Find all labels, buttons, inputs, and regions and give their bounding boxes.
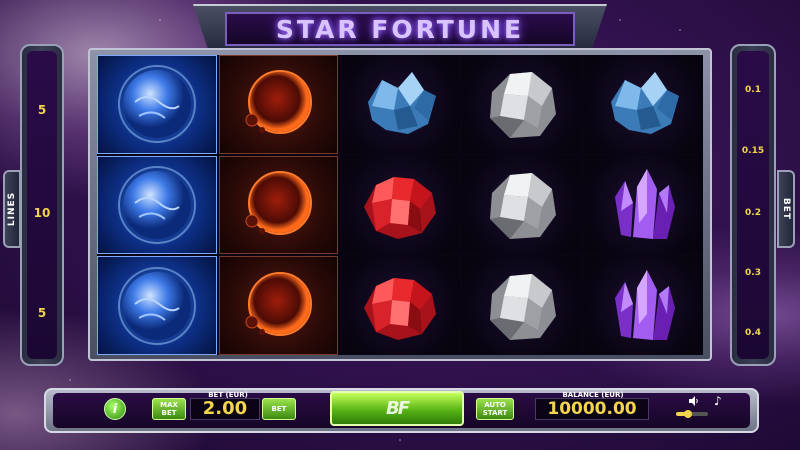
red-gem-icon: [363, 277, 436, 340]
title-banner: STAR FORTUNE: [225, 12, 575, 46]
speaker-icon[interactable]: [688, 395, 700, 407]
reel-cell: [97, 55, 217, 154]
reel-cell: [461, 256, 582, 355]
reel-cell: [218, 55, 339, 154]
silver-rock-icon: [489, 172, 556, 239]
purple-crystal-icon: [615, 168, 676, 239]
balance-value-display: 10000.00: [535, 398, 649, 420]
red-gem-icon: [363, 176, 436, 239]
line-indicator-top[interactable]: 5: [27, 103, 57, 117]
info-button[interactable]: i: [104, 398, 126, 420]
bet-panel-inner: 0.1 0.15 0.2 0.3 0.4: [737, 51, 769, 359]
blue-crystal-icon: [367, 72, 436, 135]
game-title: STAR FORTUNE: [275, 14, 525, 44]
brand-logo-icon: BF: [385, 398, 410, 419]
bet-tab: BET: [777, 170, 795, 248]
bet-option-4[interactable]: 0.3: [737, 268, 769, 278]
reel-cell: [97, 256, 217, 355]
volume-slider[interactable]: [676, 412, 708, 416]
blue-planet-icon: [117, 65, 196, 144]
reel-cell: [583, 155, 703, 255]
reel-cell: [340, 155, 460, 255]
red-planet-icon: [245, 271, 313, 336]
reel-cell: [97, 155, 217, 255]
line-indicator-middle[interactable]: 10: [27, 206, 57, 220]
spin-button[interactable]: BF: [330, 391, 464, 426]
bet-option-3[interactable]: 0.2: [737, 208, 769, 218]
bet-panel: 0.1 0.15 0.2 0.3 0.4: [730, 44, 776, 366]
bet-value-display: 2.00: [190, 398, 260, 420]
music-note-icon[interactable]: ♪: [714, 395, 722, 407]
bet-option-1[interactable]: 0.1: [737, 85, 769, 95]
reel-cell: [583, 256, 703, 355]
lines-panel-inner: 5 10 5: [27, 51, 57, 359]
reel-grid: [97, 55, 703, 355]
blue-planet-icon: [117, 266, 196, 345]
reel-cell: [218, 256, 339, 355]
red-planet-icon: [245, 170, 313, 235]
autostart-button[interactable]: AUTO START: [476, 398, 514, 420]
bet-option-5[interactable]: 0.4: [737, 328, 769, 338]
volume-slider-knob[interactable]: [684, 410, 692, 418]
purple-crystal-icon: [615, 269, 676, 340]
lines-tab: LINES: [3, 170, 21, 248]
bet-option-2[interactable]: 0.15: [737, 146, 769, 156]
blue-planet-icon: [117, 165, 196, 244]
lines-panel: 5 10 5: [20, 44, 64, 366]
silver-rock-icon: [489, 72, 556, 139]
reel-cell: [340, 55, 460, 154]
reel-cell: [461, 155, 582, 255]
silver-rock-icon: [489, 273, 556, 340]
reel-cell: [218, 155, 339, 255]
max-bet-button[interactable]: MAX BET: [152, 398, 186, 420]
line-indicator-bottom[interactable]: 5: [27, 306, 57, 320]
reel-cell: [583, 55, 703, 154]
reel-cell: [340, 256, 460, 355]
blue-crystal-icon: [611, 72, 680, 135]
reel-cell: [461, 55, 582, 154]
red-planet-icon: [245, 70, 313, 135]
bet-adjust-button[interactable]: BET: [262, 398, 296, 420]
bet-tab-label: BET: [781, 197, 791, 221]
lines-tab-label: LINES: [7, 191, 17, 227]
